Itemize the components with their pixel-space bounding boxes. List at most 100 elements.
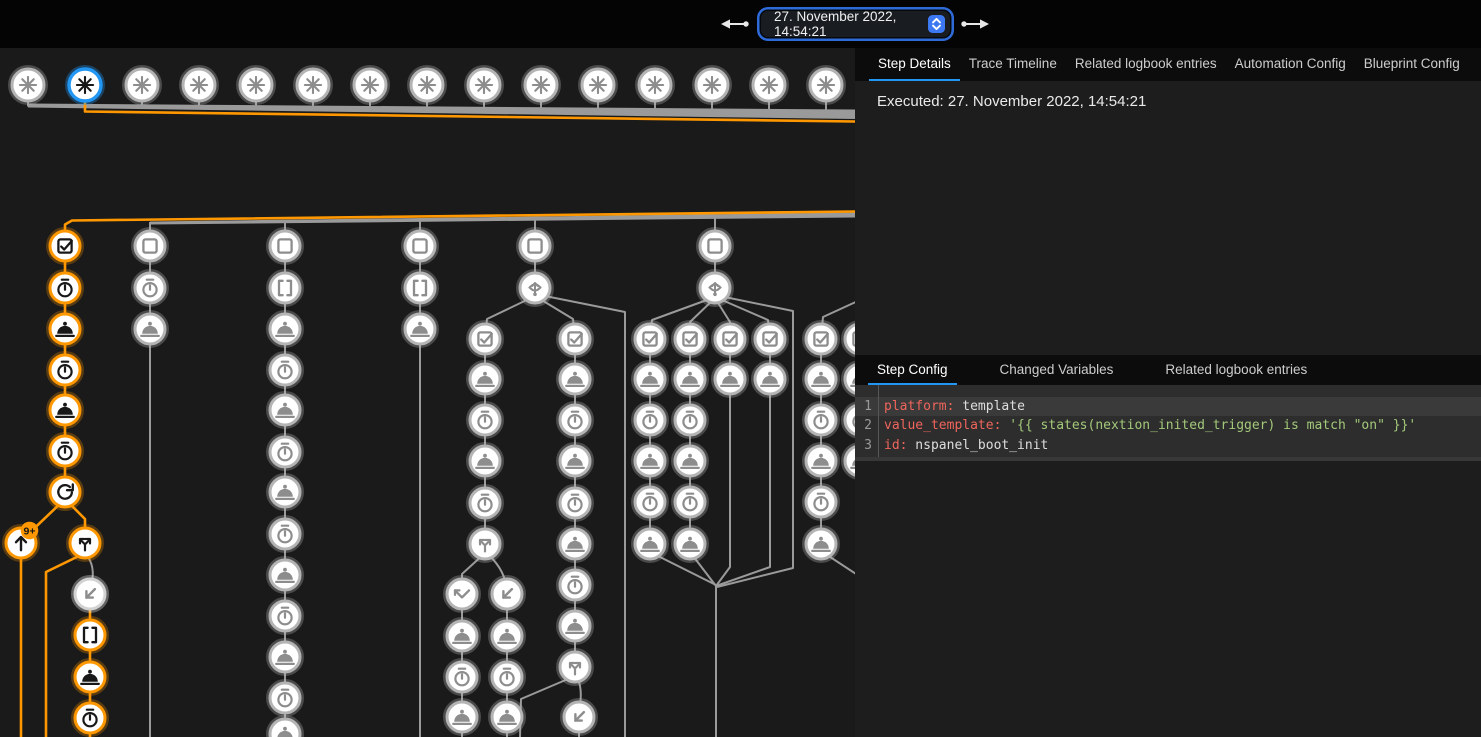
node-service[interactable] xyxy=(633,527,668,562)
node-service[interactable] xyxy=(558,527,593,562)
node-timer[interactable] xyxy=(48,353,83,388)
node-split[interactable] xyxy=(468,527,503,562)
node-service[interactable] xyxy=(843,444,856,479)
node-service[interactable] xyxy=(445,619,480,654)
node-service[interactable] xyxy=(558,444,593,479)
node-timer[interactable] xyxy=(133,271,168,306)
node-timer[interactable] xyxy=(558,403,593,438)
node-service[interactable] xyxy=(490,619,525,654)
node-asterisk[interactable] xyxy=(295,67,332,104)
tab-changed-variables[interactable]: Changed Variables xyxy=(991,355,1123,385)
node-timer[interactable] xyxy=(673,403,708,438)
node-timer[interactable] xyxy=(843,403,856,438)
node-service[interactable] xyxy=(804,362,839,397)
node-miss[interactable] xyxy=(445,577,480,612)
node-service[interactable] xyxy=(468,444,503,479)
tab-trace-timeline[interactable]: Trace Timeline xyxy=(960,48,1066,81)
tab-blueprint-config[interactable]: Blueprint Config xyxy=(1355,48,1469,81)
node-service[interactable] xyxy=(48,393,83,428)
older-run-button[interactable] xyxy=(720,17,750,34)
node-choose[interactable] xyxy=(698,271,733,306)
node-asterisk[interactable] xyxy=(67,67,104,104)
node-timer[interactable] xyxy=(633,485,668,520)
node-asterisk[interactable] xyxy=(580,67,617,104)
node-square[interactable] xyxy=(133,229,168,264)
tab-step-config[interactable]: Step Config xyxy=(868,355,957,385)
node-timer[interactable] xyxy=(804,485,839,520)
node-timer[interactable] xyxy=(268,599,303,634)
node-up[interactable]: 9+ xyxy=(4,522,39,561)
node-timer[interactable] xyxy=(48,434,83,469)
node-check[interactable] xyxy=(558,322,593,357)
node-timer[interactable] xyxy=(268,681,303,716)
node-check[interactable] xyxy=(804,322,839,357)
node-square[interactable] xyxy=(268,229,303,264)
node-square[interactable] xyxy=(403,229,438,264)
node-service[interactable] xyxy=(558,609,593,644)
node-check[interactable] xyxy=(633,322,668,357)
node-service[interactable] xyxy=(268,475,303,510)
node-square[interactable] xyxy=(698,229,733,264)
node-timer[interactable] xyxy=(48,271,83,306)
node-service[interactable] xyxy=(133,312,168,347)
node-timer[interactable] xyxy=(268,435,303,470)
step-config-code[interactable]: 1platform: template2value_template: '{{ … xyxy=(855,385,1481,461)
node-choose[interactable] xyxy=(518,271,553,306)
node-square[interactable] xyxy=(518,229,553,264)
node-split[interactable] xyxy=(558,650,593,685)
node-service[interactable] xyxy=(490,700,525,735)
node-asterisk[interactable] xyxy=(637,67,674,104)
node-asterisk[interactable] xyxy=(751,67,788,104)
node-asterisk[interactable] xyxy=(466,67,503,104)
node-service[interactable] xyxy=(268,393,303,428)
node-service[interactable] xyxy=(403,312,438,347)
node-service[interactable] xyxy=(673,362,708,397)
node-asterisk[interactable] xyxy=(694,67,731,104)
node-service[interactable] xyxy=(633,444,668,479)
node-timer[interactable] xyxy=(468,486,503,521)
node-check[interactable] xyxy=(673,322,708,357)
node-timer[interactable] xyxy=(490,660,525,695)
node-check[interactable] xyxy=(48,229,83,264)
node-service[interactable] xyxy=(633,362,668,397)
node-check[interactable] xyxy=(713,322,748,357)
node-asterisk[interactable] xyxy=(409,67,446,104)
node-dl[interactable] xyxy=(562,700,597,735)
node-timer[interactable] xyxy=(558,568,593,603)
node-timer[interactable] xyxy=(73,701,108,736)
node-timer[interactable] xyxy=(558,486,593,521)
node-refresh[interactable] xyxy=(48,475,83,510)
node-timer[interactable] xyxy=(673,485,708,520)
node-dl[interactable] xyxy=(73,577,108,612)
node-asterisk[interactable] xyxy=(523,67,560,104)
tab-related-logbook-entries[interactable]: Related logbook entries xyxy=(1156,355,1316,385)
node-check[interactable] xyxy=(468,322,503,357)
trace-graph[interactable]: 9+ xyxy=(0,48,855,737)
node-timer[interactable] xyxy=(804,403,839,438)
node-service[interactable] xyxy=(48,312,83,347)
node-timer[interactable] xyxy=(268,353,303,388)
tab-automation-config[interactable]: Automation Config xyxy=(1226,48,1355,81)
node-brackets[interactable] xyxy=(73,618,108,653)
node-asterisk[interactable] xyxy=(10,67,47,104)
node-brackets[interactable] xyxy=(403,271,438,306)
node-split[interactable] xyxy=(68,526,103,561)
node-service[interactable] xyxy=(268,558,303,593)
node-asterisk[interactable] xyxy=(352,67,389,104)
node-service[interactable] xyxy=(73,660,108,695)
node-asterisk[interactable] xyxy=(181,67,218,104)
node-service[interactable] xyxy=(445,700,480,735)
run-select[interactable]: 27. November 2022, 14:54:21 xyxy=(761,11,950,37)
node-timer[interactable] xyxy=(268,517,303,552)
node-timer[interactable] xyxy=(445,660,480,695)
node-check[interactable] xyxy=(843,322,856,357)
node-brackets[interactable] xyxy=(268,271,303,306)
node-service[interactable] xyxy=(268,640,303,675)
node-service[interactable] xyxy=(804,527,839,562)
node-asterisk[interactable] xyxy=(124,67,161,104)
node-timer[interactable] xyxy=(633,403,668,438)
node-dl[interactable] xyxy=(490,577,525,612)
node-service[interactable] xyxy=(753,362,788,397)
node-service[interactable] xyxy=(468,362,503,397)
node-asterisk[interactable] xyxy=(808,67,845,104)
